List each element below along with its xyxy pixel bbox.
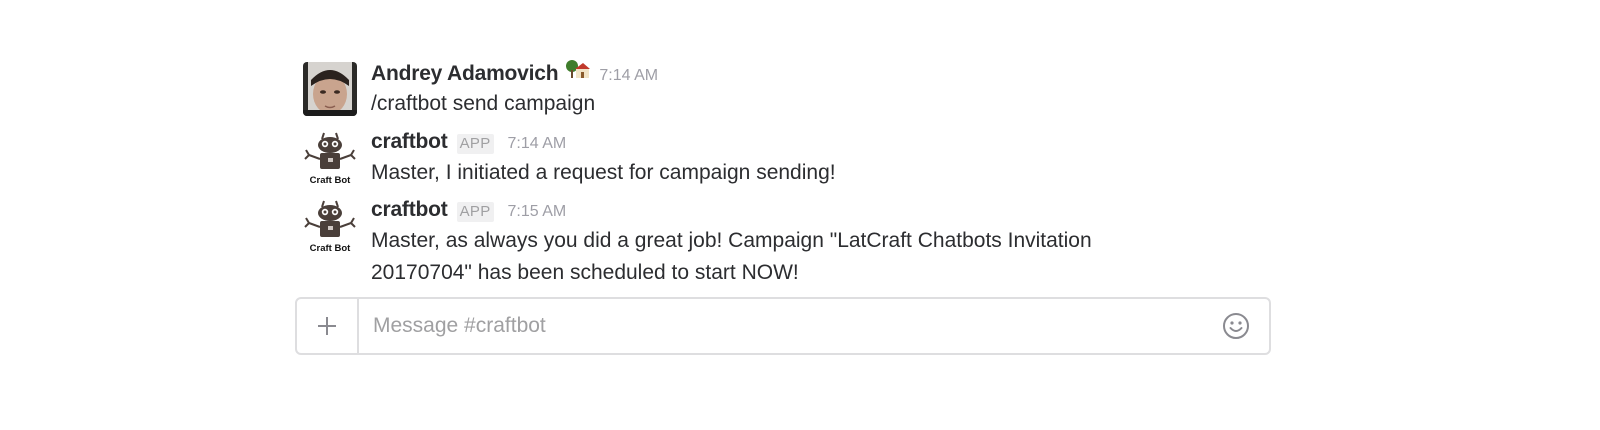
sender-name[interactable]: craftbot [371, 195, 448, 225]
message-text: Master, as always you did a great job! C… [371, 229, 1092, 284]
avatar[interactable]: Craft Bot [303, 199, 357, 253]
craftbot-logo-icon: Craft Bot [303, 131, 357, 185]
timestamp[interactable]: 7:15 AM [508, 197, 567, 227]
timestamp[interactable]: 7:14 AM [508, 129, 567, 159]
craftbot-logo-icon: Craft Bot [303, 199, 357, 253]
message-input[interactable] [359, 301, 1219, 351]
sender-name[interactable]: craftbot [371, 127, 448, 157]
sender-name[interactable]: Andrey Adamovich [371, 59, 559, 89]
user-photo-avatar [303, 62, 357, 116]
app-badge: APP [456, 134, 494, 154]
message-text: /craftbot send campaign [371, 92, 596, 115]
smiley-icon [1223, 313, 1249, 339]
avatar[interactable] [303, 62, 357, 116]
house-with-tree-icon [564, 58, 591, 80]
message-item: Andrey Adamovich 7:14 AM /craftbot send … [300, 58, 1300, 127]
avatar[interactable]: Craft Bot [303, 131, 357, 185]
timestamp[interactable]: 7:14 AM [599, 61, 658, 91]
message-list: Andrey Adamovich 7:14 AM /craftbot send … [300, 58, 1300, 295]
avatar-caption: Craft Bot [310, 175, 351, 185]
app-badge: APP [456, 202, 494, 222]
message-text: Master, I initiated a request for campai… [371, 161, 836, 184]
plus-icon [318, 317, 336, 335]
message-composer [295, 297, 1271, 355]
message-item: Craft Bot craftbot APP 7:15 AM Master, a… [300, 195, 1300, 295]
message-item: Craft Bot craftbot APP 7:14 AM Master, I… [300, 127, 1300, 195]
emoji-button[interactable] [1219, 309, 1253, 343]
attach-button[interactable] [297, 299, 359, 353]
avatar-caption: Craft Bot [310, 243, 351, 253]
